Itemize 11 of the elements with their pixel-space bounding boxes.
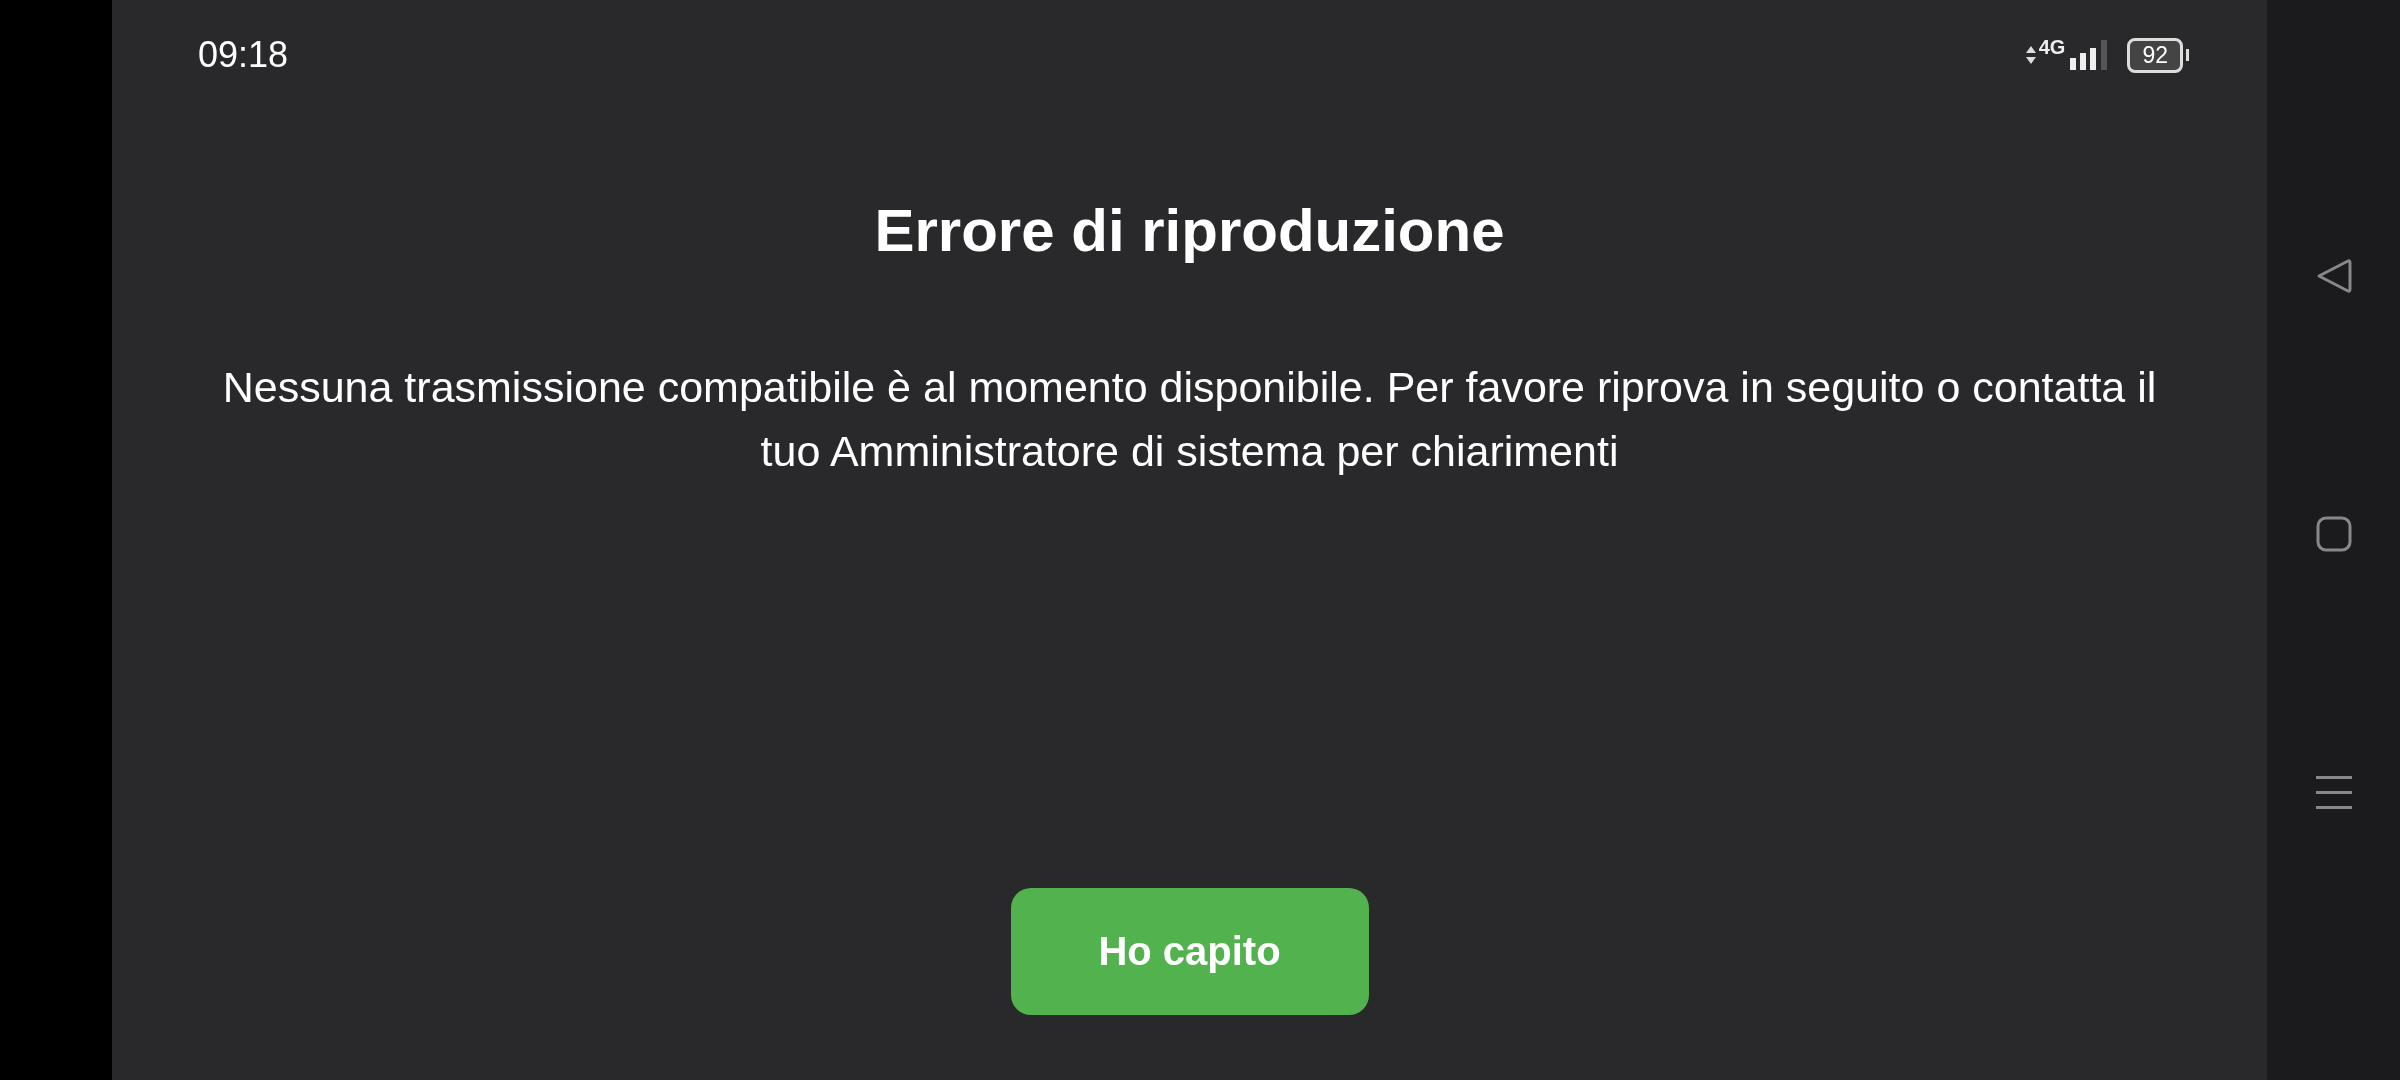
network-type: 4G: [2038, 35, 2066, 59]
menu-icon[interactable]: [2315, 774, 2352, 810]
dialog-title: Errore di riproduzione: [874, 196, 1505, 265]
ok-button[interactable]: Ho capito: [1010, 888, 1369, 1015]
signal-icon: [2070, 40, 2109, 70]
back-icon[interactable]: [2315, 258, 2352, 294]
status-time: 09:18: [198, 34, 289, 76]
data-arrows-icon: [2025, 46, 2036, 64]
battery-indicator: 92: [2127, 37, 2183, 73]
dialog-message: Nessuna trasmissione compatibile è al momento disponibile. Per favore riprova in seguito o contatta il tuo Amministratore di sistema per chiarimenti: [221, 362, 2158, 477]
home-icon[interactable]: [2315, 516, 2352, 552]
